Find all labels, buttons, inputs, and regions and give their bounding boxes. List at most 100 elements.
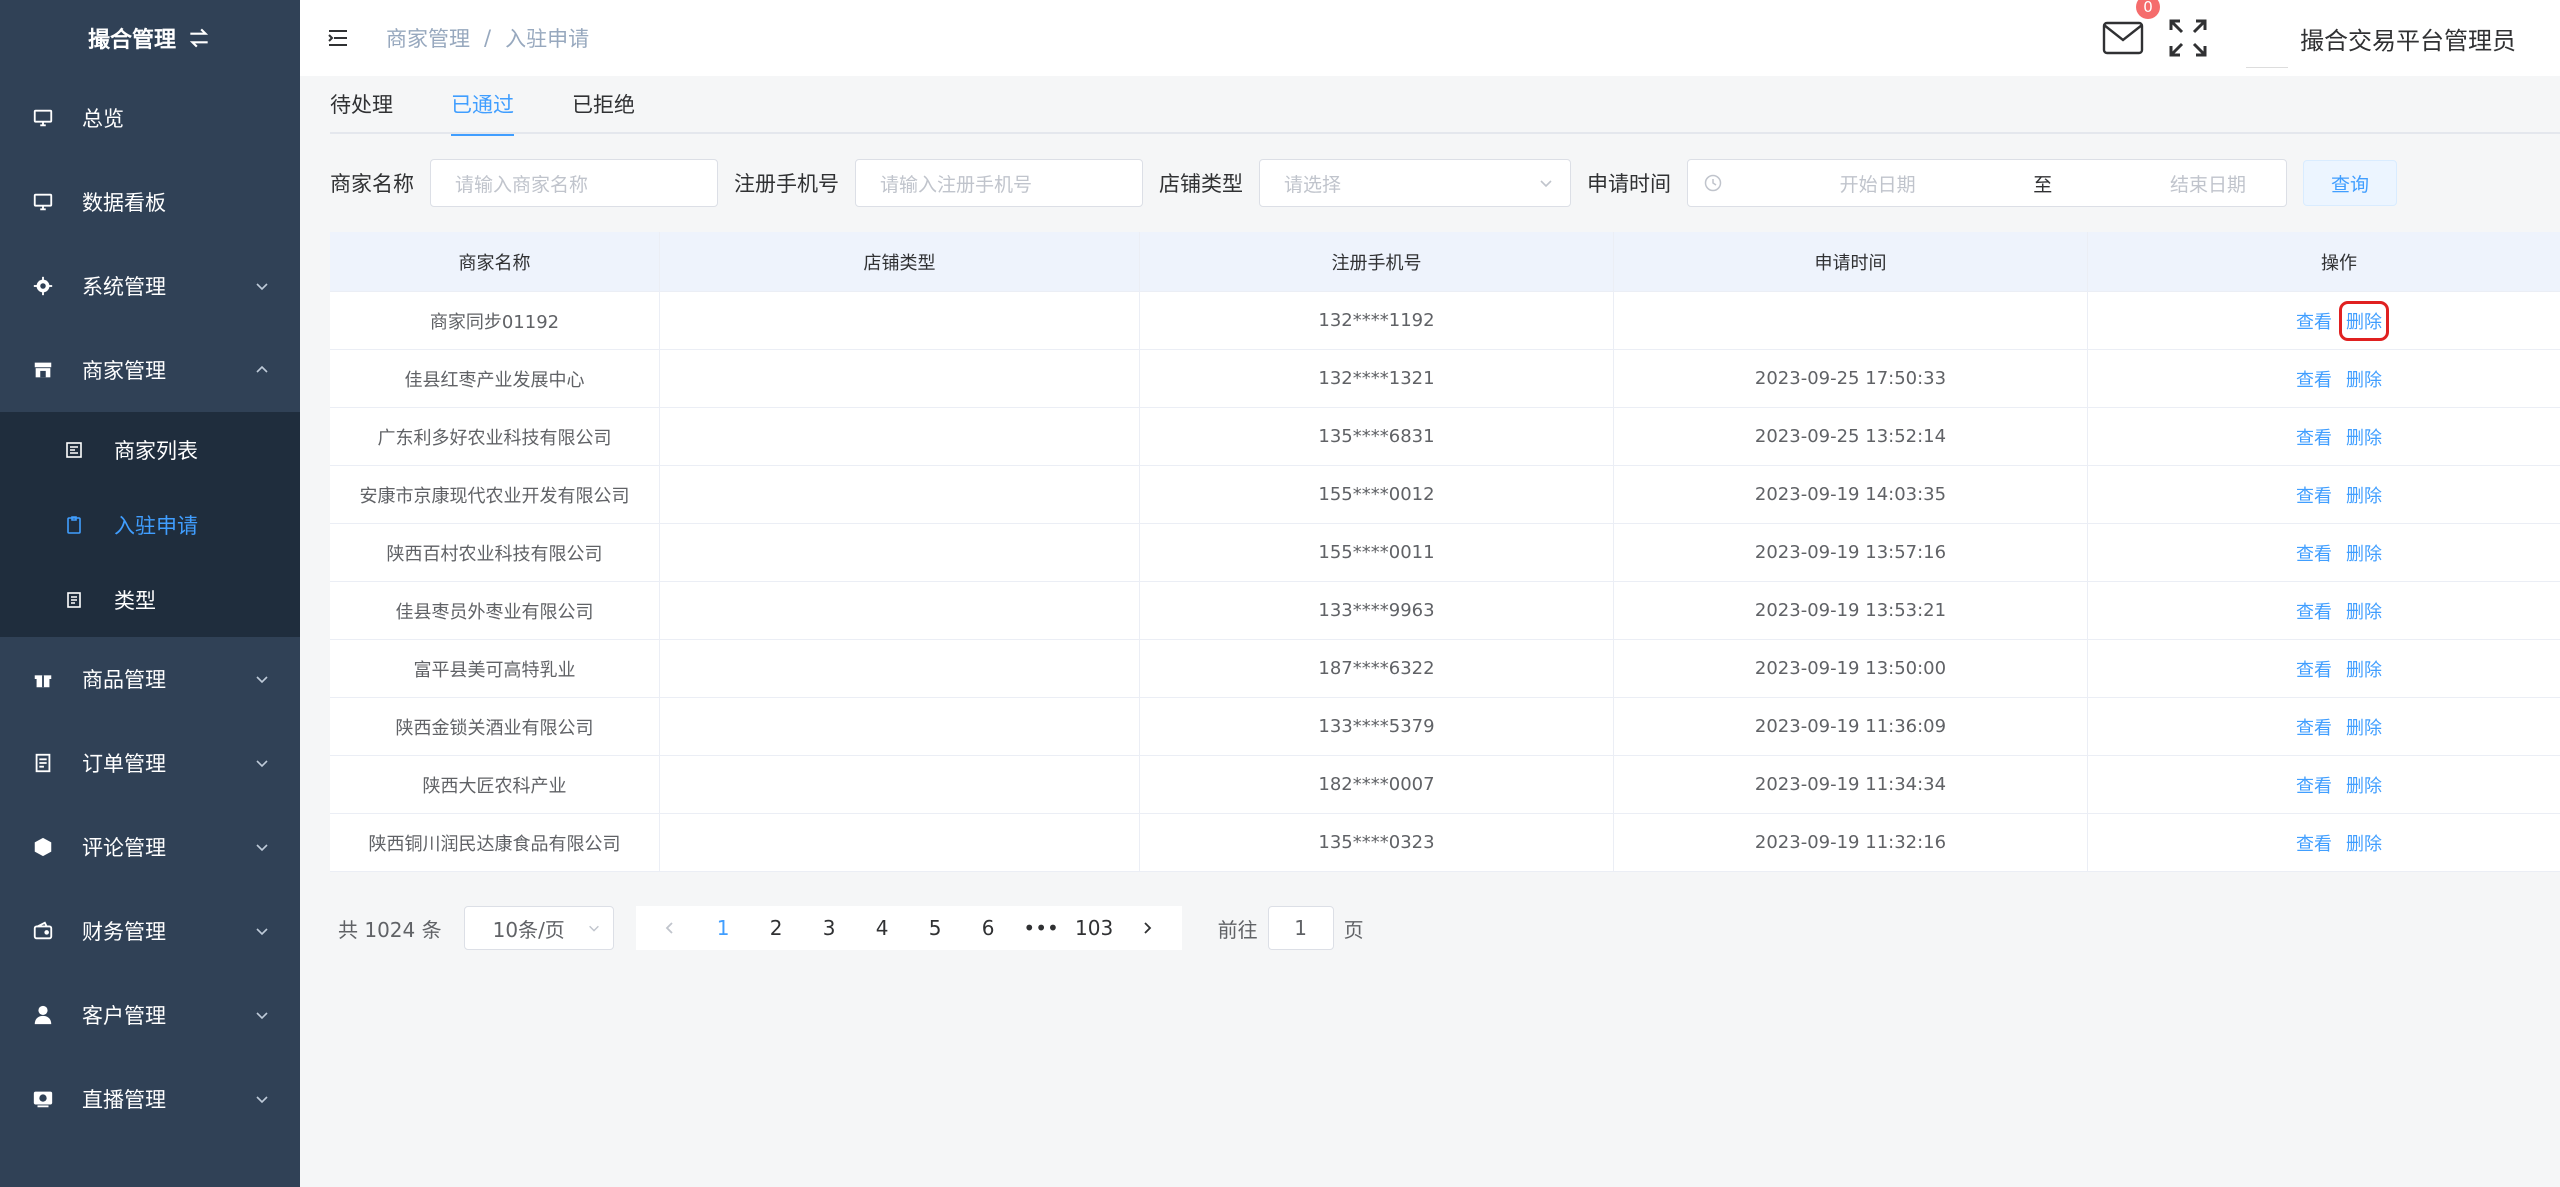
page-number[interactable]: 3 — [803, 916, 856, 940]
delete-button[interactable]: 删除 — [2346, 656, 2382, 682]
prev-page-button[interactable] — [644, 916, 697, 940]
view-button[interactable]: 查看 — [2296, 598, 2332, 624]
pagination: 共 1024 条 10条/页 1 2 3 4 5 6 ••• 103 前往 1 … — [338, 906, 1364, 950]
avatar[interactable] — [2246, 8, 2288, 68]
sidebar-item-goods[interactable]: 商品管理 — [0, 637, 300, 721]
sidebar-item-merchant-list[interactable]: 商家列表 — [0, 412, 300, 487]
page-number[interactable]: 6 — [962, 916, 1015, 940]
document-icon — [64, 590, 84, 610]
shop-icon — [32, 359, 54, 381]
sidebar-item-overview[interactable]: 总览 — [0, 76, 300, 160]
actions-cell: 查看 删除 — [2088, 524, 2560, 581]
column-header: 商家名称 — [330, 232, 660, 291]
tab-approved[interactable]: 已通过 — [451, 76, 514, 136]
next-page-button[interactable] — [1121, 916, 1174, 940]
phone-label: 注册手机号 — [734, 172, 839, 196]
chevron-down-icon — [256, 676, 268, 684]
page-number[interactable]: 5 — [909, 916, 962, 940]
sidebar-item-label: 直播管理 — [82, 1088, 166, 1112]
store-type-cell — [660, 292, 1140, 349]
goto-label: 前往 — [1217, 917, 1258, 942]
sidebar-item-order[interactable]: 订单管理 — [0, 721, 300, 805]
fullscreen-icon[interactable] — [2168, 18, 2208, 58]
view-button[interactable]: 查看 — [2296, 308, 2332, 334]
view-button[interactable]: 查看 — [2296, 424, 2332, 450]
store-type-select[interactable]: 请选择 — [1259, 159, 1571, 207]
goto-input[interactable]: 1 — [1267, 906, 1334, 950]
merchant-name-cell: 安康市京康现代农业开发有限公司 — [330, 466, 660, 523]
store-type-cell — [660, 466, 1140, 523]
mail-button[interactable]: 0 — [2102, 0, 2160, 55]
sidebar-item-customer[interactable]: 客户管理 — [0, 973, 300, 1057]
switch-icon[interactable] — [186, 25, 212, 51]
merchant-name-input[interactable]: 请输入商家名称 — [430, 159, 718, 207]
delete-button[interactable]: 删除 — [2346, 598, 2382, 624]
phone-placeholder: 请输入注册手机号 — [880, 173, 1033, 196]
page-number[interactable]: 1 — [697, 916, 750, 940]
sidebar-item-dashboard[interactable]: 数据看板 — [0, 160, 300, 244]
view-button[interactable]: 查看 — [2296, 772, 2332, 798]
page-number[interactable]: 4 — [856, 916, 909, 940]
apply-time-cell: 2023-09-25 17:50:33 — [1614, 350, 2088, 407]
delete-button[interactable]: 删除 — [2346, 714, 2382, 740]
table-row: 陕西铜川润民达康食品有限公司 135****0323 2023-09-19 11:3… — [330, 814, 2560, 872]
logo: 撮合管理 — [0, 0, 300, 76]
chevron-right-icon — [1144, 922, 1152, 934]
sidebar-item-finance[interactable]: 财务管理 — [0, 889, 300, 973]
sidebar-item-system[interactable]: 系统管理 — [0, 244, 300, 328]
phone-cell: 133****5379 — [1140, 698, 1614, 755]
delete-button[interactable]: 删除 — [2346, 366, 2382, 392]
row-actions: 查看 删除 — [2296, 772, 2382, 798]
table-row: 富平县美可高特乳业 187****6322 2023-09-19 13:50:00 查… — [330, 640, 2560, 698]
filter-bar: 商家名称 请输入商家名称 注册手机号 请输入注册手机号 店铺类型 请选择 申请时… — [330, 158, 2560, 208]
admin-name[interactable]: 撮合交易平台管理员 — [2300, 21, 2516, 56]
page-number[interactable]: 103 — [1068, 916, 1121, 940]
page-size-select[interactable]: 10条/页 — [463, 906, 614, 950]
delete-button[interactable]: 删除 — [2346, 540, 2382, 566]
merchant-name-cell: 陕西铜川润民达康食品有限公司 — [330, 814, 660, 871]
tab-rejected[interactable]: 已拒绝 — [572, 76, 635, 134]
phone-cell: 135****6831 — [1140, 408, 1614, 465]
sidebar-item-apply[interactable]: 入驻申请 — [0, 487, 300, 562]
hamburger-icon[interactable] — [326, 26, 350, 50]
apply-time-cell: 2023-09-19 13:53:21 — [1614, 582, 2088, 639]
page-number[interactable]: 2 — [750, 916, 803, 940]
chevron-left-icon — [665, 922, 673, 934]
chevron-up-icon — [256, 365, 268, 373]
sidebar-item-merchant[interactable]: 商家管理 — [0, 328, 300, 412]
delete-button[interactable]: 删除 — [2339, 300, 2389, 341]
view-button[interactable]: 查看 — [2296, 656, 2332, 682]
date-range-picker[interactable]: 开始日期 至 结束日期 — [1687, 159, 2287, 207]
view-button[interactable]: 查看 — [2296, 540, 2332, 566]
view-button[interactable]: 查看 — [2296, 714, 2332, 740]
tab-pending[interactable]: 待处理 — [330, 76, 393, 134]
wallet-icon — [32, 920, 54, 942]
delete-button[interactable]: 删除 — [2346, 830, 2382, 856]
merchant-name-cell: 佳县红枣产业发展中心 — [330, 350, 660, 407]
goto-suffix: 页 — [1343, 917, 1364, 942]
sidebar-item-comment[interactable]: 评论管理 — [0, 805, 300, 889]
phone-input[interactable]: 请输入注册手机号 — [855, 159, 1143, 207]
merchant-name-cell: 商家同步01192 — [330, 292, 660, 349]
view-button[interactable]: 查看 — [2296, 830, 2332, 856]
delete-button[interactable]: 删除 — [2346, 482, 2382, 508]
apply-table: 商家名称 店铺类型 注册手机号 申请时间 操作 商家同步01192 132****… — [330, 232, 2560, 872]
start-date-placeholder[interactable]: 开始日期 — [1840, 170, 1916, 197]
delete-button[interactable]: 删除 — [2346, 424, 2382, 450]
sidebar-item-live[interactable]: 直播管理 — [0, 1057, 300, 1141]
query-button[interactable]: 查询 — [2303, 160, 2397, 206]
view-button[interactable]: 查看 — [2296, 482, 2332, 508]
more-pages-ellipsis[interactable]: ••• — [1015, 916, 1068, 940]
phone-cell: 155****0012 — [1140, 466, 1614, 523]
merchant-name-cell: 陕西大匠农科产业 — [330, 756, 660, 813]
sidebar-item-type[interactable]: 类型 — [0, 562, 300, 637]
table-row: 陕西百村农业科技有限公司 155****0011 2023-09-19 13:57:… — [330, 524, 2560, 582]
sidebar-item-label: 财务管理 — [82, 920, 166, 944]
breadcrumb-item-merchant[interactable]: 商家管理 — [386, 23, 470, 53]
chevron-down-icon — [588, 925, 599, 932]
delete-button[interactable]: 删除 — [2346, 772, 2382, 798]
view-button[interactable]: 查看 — [2296, 366, 2332, 392]
table-row: 陕西金锁关酒业有限公司 133****5379 2023-09-19 11:36:0… — [330, 698, 2560, 756]
end-date-placeholder[interactable]: 结束日期 — [2170, 170, 2246, 197]
range-separator: 至 — [2033, 173, 2053, 196]
